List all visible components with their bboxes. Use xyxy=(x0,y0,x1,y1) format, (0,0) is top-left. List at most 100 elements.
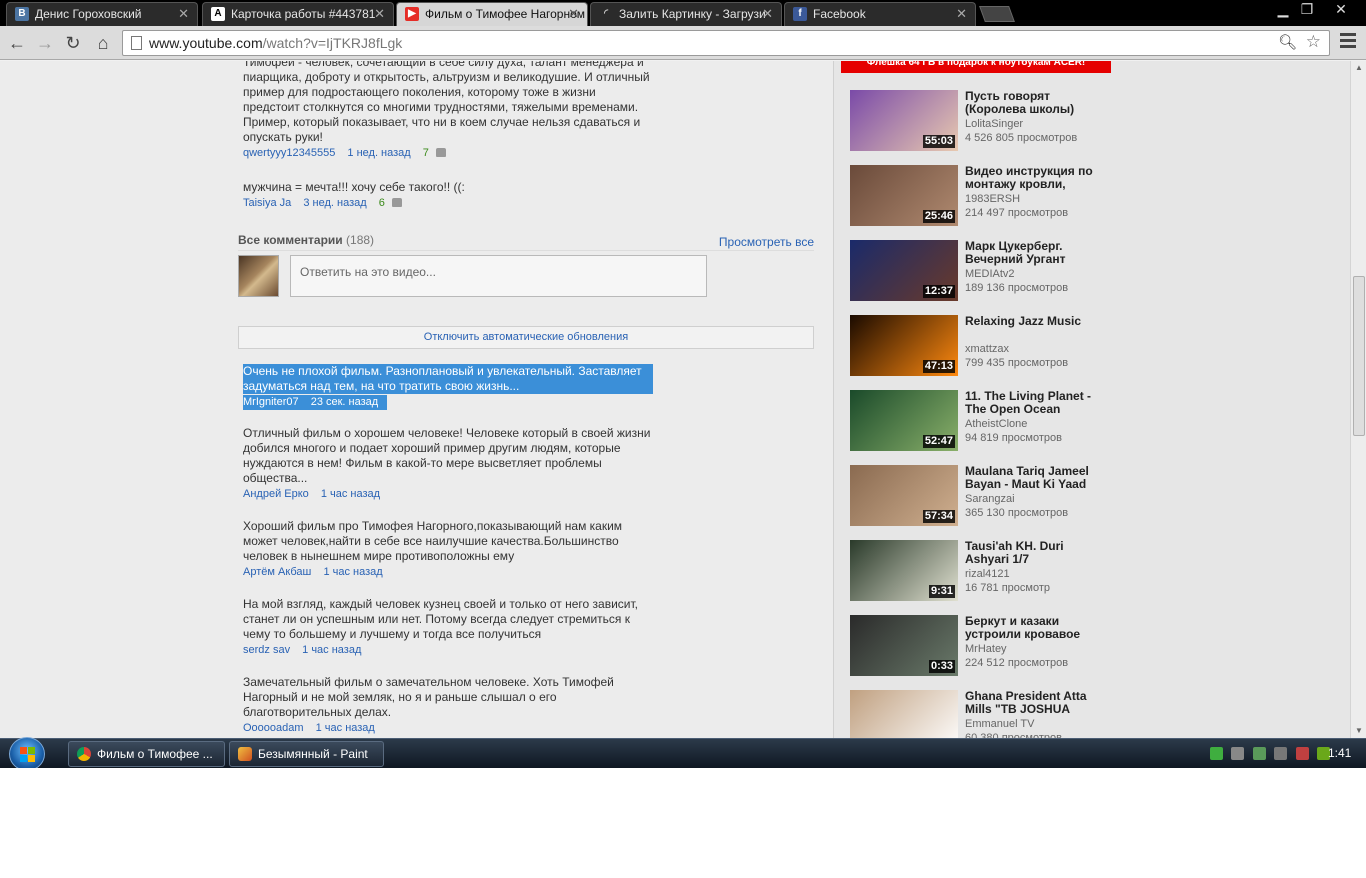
video-thumbnail[interactable]: 25:46 xyxy=(850,165,958,226)
page-scrollbar[interactable]: ▲ ▼ xyxy=(1350,61,1366,738)
reload-icon[interactable]: ↻ xyxy=(62,32,84,54)
close-icon[interactable]: ✕ xyxy=(762,3,773,25)
comment-time[interactable]: 1 час назад xyxy=(321,488,380,500)
video-channel: LolitaSinger xyxy=(965,118,1024,130)
video-thumbnail[interactable]: 12:37 xyxy=(850,240,958,301)
tab-youtube[interactable]: ▶ Фильм о Тимофее Нагорном ✕ xyxy=(396,2,588,26)
comment: Замечательный фильм о замечательном чело… xyxy=(243,675,653,736)
related-video-item[interactable]: 25:46 Видео инструкция по монтажу кровли,… xyxy=(850,165,1110,227)
video-thumbnail[interactable]: 0:33 xyxy=(850,615,958,676)
comment-author[interactable]: MrIgniter07 xyxy=(243,396,299,408)
video-views: 4 526 805 просмотров xyxy=(965,132,1078,144)
related-video-item[interactable]: 12:37 Марк Цукерберг. Вечерний Ургант MEDI… xyxy=(850,240,1110,302)
a-icon: A xyxy=(211,7,225,21)
taskbar-clock[interactable]: 1:41 xyxy=(1328,746,1351,760)
video-title[interactable]: Ghana President Atta Mills "TB JOSHUA xyxy=(965,690,1100,716)
comment-author[interactable]: qwertyyy12345555 xyxy=(243,147,335,159)
tray-app-icon[interactable] xyxy=(1231,747,1245,761)
address-url[interactable]: www.youtube.com/watch?v=IjTKRJ8fLgk xyxy=(149,35,402,51)
new-tab-button[interactable] xyxy=(979,6,1015,22)
zoom-icon[interactable]: 🔍︎ xyxy=(1278,33,1297,51)
close-icon[interactable]: ✕ xyxy=(178,3,189,25)
video-title[interactable]: Relaxing Jazz Music xyxy=(965,315,1100,328)
related-video-item[interactable]: 57:34 Maulana Tariq Jameel Bayan - Maut K… xyxy=(850,465,1110,527)
comment-author[interactable]: Oooooadam xyxy=(243,722,304,734)
video-channel: MrHatey xyxy=(965,643,1007,655)
video-thumbnail[interactable] xyxy=(850,690,958,738)
comment-time[interactable]: 23 сек. назад xyxy=(311,396,378,408)
video-channel: Emmanuel TV xyxy=(965,718,1035,730)
comment-author[interactable]: Taisiya Ja xyxy=(243,197,291,209)
scrollbar-thumb[interactable] xyxy=(1353,276,1365,436)
comment-time[interactable]: 3 нед. назад xyxy=(303,197,366,209)
comment-time[interactable]: 1 час назад xyxy=(302,644,361,656)
tab-vk[interactable]: В Денис Гороховский ✕ xyxy=(6,2,198,26)
scroll-down-icon[interactable]: ▼ xyxy=(1351,724,1366,738)
close-icon[interactable]: ✕ xyxy=(956,3,967,25)
video-title[interactable]: Беркут и казаки устроили кровавое xyxy=(965,615,1100,641)
comment: Отличный фильм о хорошем человеке! Челов… xyxy=(243,426,653,502)
comment-author[interactable]: serdz sav xyxy=(243,644,290,656)
related-video-item[interactable]: 9:31 Tausi'ah KH. Duri Ashyari 1/7 rizal41… xyxy=(850,540,1110,602)
start-button[interactable] xyxy=(9,737,45,768)
video-channel: 1983ERSH xyxy=(965,193,1021,205)
comment: Очень не плохой фильм. Разноплановый и у… xyxy=(243,364,653,410)
forward-icon[interactable]: → xyxy=(34,32,56,54)
reply-input[interactable]: Ответить на это видео... xyxy=(290,255,707,297)
close-icon[interactable]: ✕ xyxy=(374,3,385,25)
window-close-icon[interactable]: ✕ xyxy=(1326,0,1356,18)
related-video-item[interactable]: 52:47 11. The Living Planet - The Open Oc… xyxy=(850,390,1110,452)
comment-author[interactable]: Андрей Ерко xyxy=(243,488,309,500)
video-channel: MEDIAtv2 xyxy=(965,268,1015,280)
network-icon[interactable] xyxy=(1274,747,1288,761)
video-thumbnail[interactable]: 57:34 xyxy=(850,465,958,526)
video-title[interactable]: Maulana Tariq Jameel Bayan - Maut Ki Yaa… xyxy=(965,465,1100,491)
thumb-up-icon[interactable] xyxy=(391,198,402,207)
comment-time[interactable]: 1 нед. назад xyxy=(347,147,410,159)
video-thumbnail[interactable]: 52:47 xyxy=(850,390,958,451)
video-views: 16 781 просмотр xyxy=(965,582,1050,594)
bookmark-star-icon[interactable]: ☆ xyxy=(1306,32,1321,52)
comment-author[interactable]: Артём Акбаш xyxy=(243,566,311,578)
video-thumbnail[interactable]: 47:13 xyxy=(850,315,958,376)
promo-banner[interactable]: Флешка 64 ГБ в подарок к ноутбукам ACER! xyxy=(841,61,1111,73)
video-title[interactable]: Пусть говорят (Королева школы) xyxy=(965,90,1100,116)
volume-icon[interactable] xyxy=(1295,747,1309,761)
restore-icon[interactable]: ❐ xyxy=(1292,0,1322,18)
disable-auto-updates-button[interactable]: Отключить автоматические обновления xyxy=(238,326,814,349)
related-video-item[interactable]: Ghana President Atta Mills "TB JOSHUA Emm… xyxy=(850,690,1110,738)
update-icon[interactable] xyxy=(1252,747,1266,761)
related-video-item[interactable]: 47:13 Relaxing Jazz Music xmattzax 799 435 … xyxy=(850,315,1110,377)
video-thumbnail[interactable]: 55:03 xyxy=(850,90,958,151)
tab-work-card[interactable]: A Карточка работы #443781 ✕ xyxy=(202,2,394,26)
security-shield-icon[interactable] xyxy=(1210,747,1223,761)
comment-time[interactable]: 1 час назад xyxy=(323,566,382,578)
tab-upload-image[interactable]: ◜ Залить Картинку - Загрузи ✕ xyxy=(590,2,782,26)
tab-facebook[interactable]: f Facebook ✕ xyxy=(784,2,976,26)
taskbar-item-chrome[interactable]: Фильм о Тимофее ... xyxy=(68,741,225,767)
menu-icon[interactable] xyxy=(1340,33,1356,51)
scroll-up-icon[interactable]: ▲ xyxy=(1351,61,1366,75)
comment-time[interactable]: 1 час назад xyxy=(316,722,375,734)
view-all-link[interactable]: Просмотреть все xyxy=(719,235,814,249)
comment-text: мужчина = мечта!!! хочу себе такого!! ((… xyxy=(243,180,465,194)
comment-meta: qwertyyy12345555 1 нед. назад 7 xyxy=(243,146,653,161)
home-icon[interactable]: ⌂ xyxy=(92,32,114,54)
video-title[interactable]: Марк Цукерберг. Вечерний Ургант xyxy=(965,240,1100,266)
video-views: 189 136 просмотров xyxy=(965,282,1069,294)
video-title[interactable]: Видео инструкция по монтажу кровли, xyxy=(965,165,1100,191)
taskbar-item-paint[interactable]: Безымянный - Paint xyxy=(229,741,384,767)
back-icon[interactable]: ← xyxy=(6,32,28,54)
related-video-item[interactable]: 0:33 Беркут и казаки устроили кровавое MrH… xyxy=(850,615,1110,677)
video-channel: rizal4121 xyxy=(965,568,1010,580)
close-icon[interactable]: ✕ xyxy=(568,3,579,25)
video-title[interactable]: 11. The Living Planet - The Open Ocean xyxy=(965,390,1100,416)
video-duration: 57:34 xyxy=(922,510,955,523)
related-video-item[interactable]: 55:03 Пусть говорят (Королева школы) Lolit… xyxy=(850,90,1110,152)
address-bar[interactable]: www.youtube.com/watch?v=IjTKRJ8fLgk 🔍︎ ☆ xyxy=(122,30,1330,56)
video-thumbnail[interactable]: 9:31 xyxy=(850,540,958,601)
thumb-up-icon[interactable] xyxy=(435,148,446,157)
video-title[interactable]: Tausi'ah KH. Duri Ashyari 1/7 xyxy=(965,540,1100,566)
windows-logo-icon xyxy=(20,747,35,762)
video-duration: 9:31 xyxy=(928,585,955,598)
